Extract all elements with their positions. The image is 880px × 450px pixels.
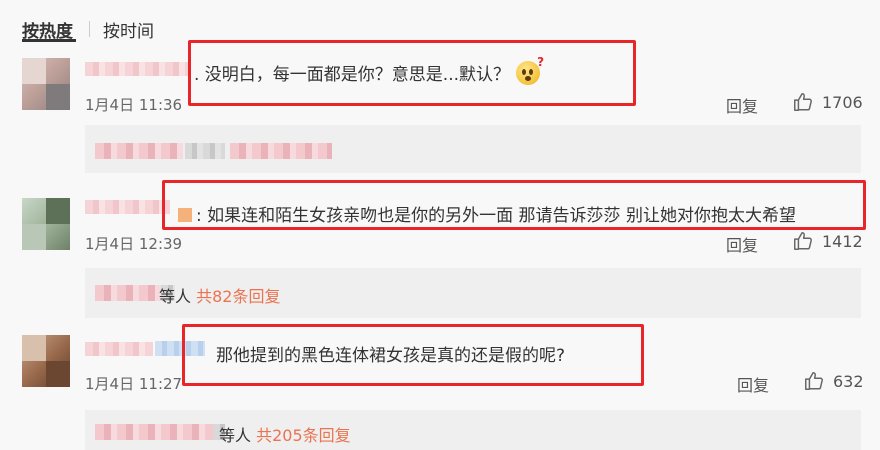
avatar[interactable] [22, 58, 70, 110]
reply-button[interactable]: 回复 [737, 372, 769, 396]
comment-date: 1月4日 11:36 [85, 96, 183, 114]
like-button[interactable]: 632 [803, 370, 864, 392]
reply-suffix: 等人 [219, 426, 252, 445]
highlight-box [188, 40, 636, 106]
reply-suffix: 等人 [159, 287, 192, 306]
reply-preview[interactable]: 等人 共82条回复 [85, 268, 861, 318]
reply-button[interactable]: 回复 [726, 93, 758, 117]
like-button[interactable]: 1412 [792, 230, 863, 252]
comment-date: 1月4日 11:27 [85, 375, 183, 393]
like-button[interactable]: 1706 [792, 91, 863, 113]
active-tab-underline [22, 39, 76, 42]
thumbs-up-icon [805, 372, 823, 390]
like-count: 1412 [822, 231, 863, 251]
username-blurred[interactable] [85, 200, 170, 214]
tab-divider [89, 21, 90, 37]
avatar[interactable] [22, 198, 70, 250]
highlight-box [182, 324, 644, 386]
reply-preview[interactable] [85, 125, 861, 173]
thumbs-up-icon [794, 232, 812, 250]
reply-button[interactable]: 回复 [726, 232, 758, 256]
like-count: 1706 [822, 92, 863, 112]
like-count: 632 [833, 371, 864, 391]
highlight-box [162, 180, 866, 230]
username-blurred[interactable] [85, 342, 153, 356]
avatar[interactable] [22, 335, 70, 387]
thumbs-up-icon [794, 93, 812, 111]
reply-count-link[interactable]: 共82条回复 [196, 287, 280, 306]
reply-count-link[interactable]: 共205条回复 [256, 426, 351, 445]
username-blurred[interactable] [85, 62, 190, 76]
comment-date: 1月4日 12:39 [85, 235, 183, 253]
tab-sort-by-time[interactable]: 按时间 [103, 17, 154, 42]
tab-sort-by-hot[interactable]: 按热度 [22, 17, 73, 42]
reply-preview[interactable]: 等人 共205条回复 [85, 410, 861, 450]
